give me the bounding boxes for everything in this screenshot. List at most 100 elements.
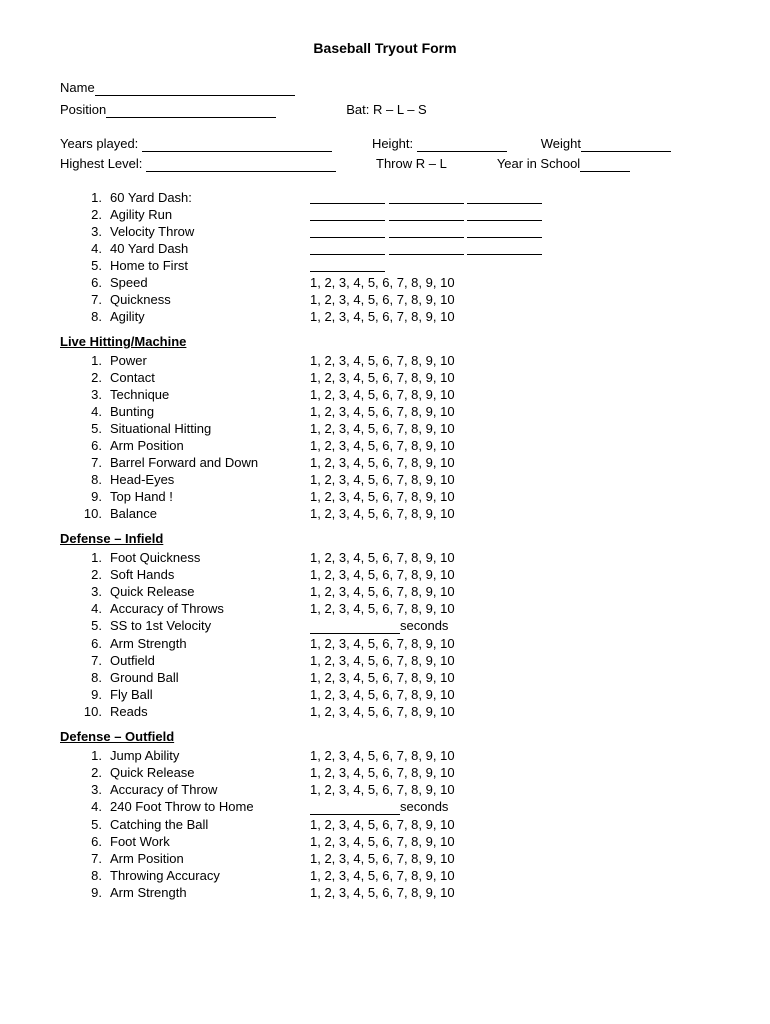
item-label: Speed — [110, 275, 310, 290]
item-label: Contact — [110, 370, 310, 385]
item-label: 60 Yard Dash: — [110, 190, 310, 205]
item-number: 6. — [80, 275, 110, 290]
section-general: 1.60 Yard Dash: 2.Agility Run 3.Velocity… — [60, 190, 710, 324]
item-value — [310, 207, 710, 222]
item-number: 4. — [80, 601, 110, 616]
list-item: 2.Agility Run — [60, 207, 710, 222]
item-value: 1, 2, 3, 4, 5, 6, 7, 8, 9, 10 — [310, 704, 710, 719]
list-item: 10.Balance1, 2, 3, 4, 5, 6, 7, 8, 9, 10 — [60, 506, 710, 521]
item-number: 2. — [80, 567, 110, 582]
item-number: 8. — [80, 309, 110, 324]
list-item: 8.Head-Eyes1, 2, 3, 4, 5, 6, 7, 8, 9, 10 — [60, 472, 710, 487]
item-label: Agility Run — [110, 207, 310, 222]
item-value: 1, 2, 3, 4, 5, 6, 7, 8, 9, 10 — [310, 601, 710, 616]
years-played-label: Years played: — [60, 136, 332, 152]
item-number: 9. — [80, 489, 110, 504]
item-label: 240 Foot Throw to Home — [110, 799, 310, 814]
item-number: 1. — [80, 550, 110, 565]
item-number: 9. — [80, 885, 110, 900]
item-label: Head-Eyes — [110, 472, 310, 487]
item-value: 1, 2, 3, 4, 5, 6, 7, 8, 9, 10 — [310, 868, 710, 883]
item-label: Power — [110, 353, 310, 368]
item-number: 7. — [80, 455, 110, 470]
list-item: 6.Arm Position1, 2, 3, 4, 5, 6, 7, 8, 9,… — [60, 438, 710, 453]
item-value — [310, 258, 710, 273]
list-item: 2.Quick Release1, 2, 3, 4, 5, 6, 7, 8, 9… — [60, 765, 710, 780]
list-item: 10.Reads1, 2, 3, 4, 5, 6, 7, 8, 9, 10 — [60, 704, 710, 719]
item-number: 5. — [80, 817, 110, 832]
item-label: SS to 1st Velocity — [110, 618, 310, 633]
list-item: 9.Fly Ball1, 2, 3, 4, 5, 6, 7, 8, 9, 10 — [60, 687, 710, 702]
item-number: 5. — [80, 618, 110, 633]
item-label: Balance — [110, 506, 310, 521]
item-number: 8. — [80, 868, 110, 883]
item-label: Throwing Accuracy — [110, 868, 310, 883]
list-item: 5.Catching the Ball1, 2, 3, 4, 5, 6, 7, … — [60, 817, 710, 832]
item-label: Foot Work — [110, 834, 310, 849]
position-field-label: Position — [60, 102, 276, 118]
item-label: Soft Hands — [110, 567, 310, 582]
list-item: 9.Top Hand !1, 2, 3, 4, 5, 6, 7, 8, 9, 1… — [60, 489, 710, 504]
item-label: Accuracy of Throw — [110, 782, 310, 797]
list-item: 1.60 Yard Dash: — [60, 190, 710, 205]
item-number: 1. — [80, 190, 110, 205]
item-value: 1, 2, 3, 4, 5, 6, 7, 8, 9, 10 — [310, 584, 710, 599]
item-value: 1, 2, 3, 4, 5, 6, 7, 8, 9, 10 — [310, 421, 710, 436]
item-number: 8. — [80, 670, 110, 685]
list-item: 3.Accuracy of Throw1, 2, 3, 4, 5, 6, 7, … — [60, 782, 710, 797]
item-number: 10. — [80, 704, 110, 719]
list-item: 7.Outfield1, 2, 3, 4, 5, 6, 7, 8, 9, 10 — [60, 653, 710, 668]
list-item: 9.Arm Strength1, 2, 3, 4, 5, 6, 7, 8, 9,… — [60, 885, 710, 900]
item-label: Arm Position — [110, 438, 310, 453]
item-number: 7. — [80, 851, 110, 866]
item-number: 2. — [80, 370, 110, 385]
list-item: 3.Technique1, 2, 3, 4, 5, 6, 7, 8, 9, 10 — [60, 387, 710, 402]
section-header-live-hitting: Live Hitting/Machine — [60, 334, 710, 349]
item-value: 1, 2, 3, 4, 5, 6, 7, 8, 9, 10 — [310, 370, 710, 385]
item-label: Outfield — [110, 653, 310, 668]
item-value: 1, 2, 3, 4, 5, 6, 7, 8, 9, 10 — [310, 455, 710, 470]
year-in-school-label: Year in School — [497, 156, 630, 172]
section-defense-outfield: Defense – Outfield1.Jump Ability1, 2, 3,… — [60, 729, 710, 900]
item-label: Arm Position — [110, 851, 310, 866]
item-label: Quick Release — [110, 765, 310, 780]
list-item: 3.Velocity Throw — [60, 224, 710, 239]
item-value: 1, 2, 3, 4, 5, 6, 7, 8, 9, 10 — [310, 550, 710, 565]
item-number: 7. — [80, 653, 110, 668]
item-value — [310, 241, 710, 256]
item-label: Bunting — [110, 404, 310, 419]
item-value: seconds — [310, 799, 710, 815]
section-header-defense-infield: Defense – Infield — [60, 531, 710, 546]
throw-label: Throw R – L — [376, 156, 447, 171]
item-label: Technique — [110, 387, 310, 402]
item-value: 1, 2, 3, 4, 5, 6, 7, 8, 9, 10 — [310, 472, 710, 487]
item-value: 1, 2, 3, 4, 5, 6, 7, 8, 9, 10 — [310, 489, 710, 504]
item-number: 3. — [80, 387, 110, 402]
name-field-label: Name — [60, 80, 295, 96]
item-label: Accuracy of Throws — [110, 601, 310, 616]
section-defense-infield: Defense – Infield 1.Foot Quickness1, 2, 3… — [60, 531, 710, 719]
item-label: Reads — [110, 704, 310, 719]
item-number: 9. — [80, 687, 110, 702]
item-label: Situational Hitting — [110, 421, 310, 436]
item-number: 3. — [80, 584, 110, 599]
item-value: 1, 2, 3, 4, 5, 6, 7, 8, 9, 10 — [310, 438, 710, 453]
item-label: Velocity Throw — [110, 224, 310, 239]
item-value: 1, 2, 3, 4, 5, 6, 7, 8, 9, 10 — [310, 506, 710, 521]
item-value: 1, 2, 3, 4, 5, 6, 7, 8, 9, 10 — [310, 687, 710, 702]
item-label: Barrel Forward and Down — [110, 455, 310, 470]
weight-label: Weight — [541, 136, 671, 152]
list-item: 3.Quick Release1, 2, 3, 4, 5, 6, 7, 8, 9… — [60, 584, 710, 599]
list-item: 1.Foot Quickness1, 2, 3, 4, 5, 6, 7, 8, … — [60, 550, 710, 565]
item-value: 1, 2, 3, 4, 5, 6, 7, 8, 9, 10 — [310, 292, 710, 307]
list-item: 4.240 Foot Throw to Home seconds — [60, 799, 710, 815]
item-label: Agility — [110, 309, 310, 324]
list-item: 7.Barrel Forward and Down1, 2, 3, 4, 5, … — [60, 455, 710, 470]
item-label: Arm Strength — [110, 885, 310, 900]
item-number: 2. — [80, 207, 110, 222]
list-item: 2.Soft Hands1, 2, 3, 4, 5, 6, 7, 8, 9, 1… — [60, 567, 710, 582]
list-item: 6.Arm Strength1, 2, 3, 4, 5, 6, 7, 8, 9,… — [60, 636, 710, 651]
item-number: 6. — [80, 834, 110, 849]
item-number: 6. — [80, 636, 110, 651]
item-label: Top Hand ! — [110, 489, 310, 504]
